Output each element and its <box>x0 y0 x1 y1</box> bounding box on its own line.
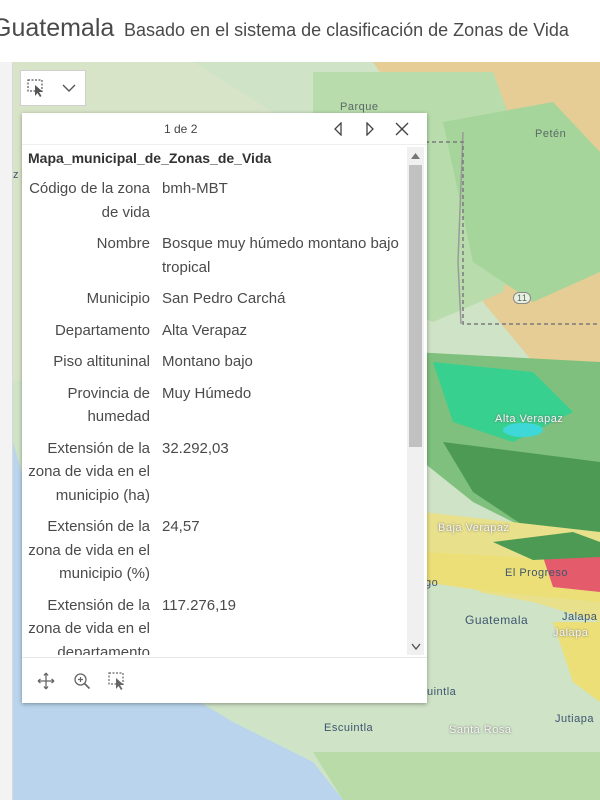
close-icon <box>395 122 409 136</box>
previous-feature-button[interactable] <box>326 117 350 141</box>
attribute-value: Alta Verapaz <box>162 321 248 339</box>
map-label-alta-verapaz: Alta Verapaz <box>495 413 564 425</box>
popup-title: Mapa_municipal_de_Zonas_de_Vida <box>28 150 272 166</box>
map-label-escuintla: Escuintla <box>324 722 374 734</box>
attribute-label: Nombre <box>96 235 150 252</box>
select-tool-button[interactable] <box>21 71 53 105</box>
attribute-label: Extensión de la zona de vida en el depar… <box>28 596 150 656</box>
next-feature-button[interactable] <box>358 117 382 141</box>
select-cursor-icon <box>108 671 124 690</box>
attribute-row: Nombre Bosque muy húmedo montano bajo tr… <box>22 232 407 279</box>
caret-up-icon <box>411 152 420 159</box>
map-label-baja-verapaz: Baja Verapaz <box>438 522 510 534</box>
popup-header: 1 de 2 <box>22 113 427 145</box>
attribute-label: Piso altituninal <box>53 353 150 370</box>
attribute-value: Montano bajo <box>162 353 253 370</box>
chevron-left-icon <box>334 122 342 136</box>
pan-icon <box>37 672 55 689</box>
zoom-in-icon <box>74 672 91 689</box>
attribute-value: Muy Húmedo <box>162 384 252 402</box>
attribute-label: Extensión de la zona de vida en el munic… <box>28 518 150 582</box>
map-toolbar <box>20 70 86 106</box>
popup-scrollbar[interactable] <box>407 147 424 655</box>
map-label-el-progreso: El Progreso <box>505 567 568 579</box>
map-label-escuintla-partial: uintla <box>427 686 457 698</box>
attribute-value: Bosque muy húmedo montano bajo tropical <box>162 235 399 276</box>
attribute-label: Departamento <box>54 321 150 339</box>
map-label-peten: Petén <box>535 128 567 140</box>
attribute-label: Extensión de la zona de vida en el munic… <box>28 439 150 504</box>
map-label-santa-rosa: Santa Rosa <box>449 724 512 736</box>
page-title: Guatemala <box>0 14 115 42</box>
zone-coast <box>313 752 600 800</box>
map-label-guatemala: Guatemala <box>465 613 529 627</box>
scroll-down-button[interactable] <box>407 638 424 655</box>
scroll-up-button[interactable] <box>407 147 424 164</box>
attribute-value: bmh-MBT <box>162 180 228 197</box>
select-dropdown-button[interactable] <box>53 71 85 105</box>
page-subtitle: Basado en el sistema de clasificación de… <box>124 20 569 40</box>
attribute-label: Código de la zona de vida <box>29 180 150 221</box>
attribute-value: San Pedro Carchá <box>162 290 286 307</box>
map-label-z-partial: z <box>13 169 19 181</box>
zoom-to-feature-button[interactable] <box>64 663 100 699</box>
chevron-down-icon <box>410 643 421 650</box>
attribute-row: Municipio San Pedro Carchá <box>22 287 407 311</box>
left-panel-edge <box>0 62 13 800</box>
attribute-row: Código de la zona de vida bmh-MBT <box>22 177 407 224</box>
select-feature-button[interactable] <box>100 663 136 699</box>
popup-footer <box>22 657 427 703</box>
select-cursor-icon <box>27 79 43 97</box>
attribute-row: Extensión de la zona de vida en el munic… <box>22 515 407 586</box>
app-header: Guatemala Basado en el sistema de clasif… <box>0 0 600 62</box>
close-popup-button[interactable] <box>390 117 414 141</box>
pan-to-feature-button[interactable] <box>28 663 64 699</box>
feature-popup: 1 de 2 Mapa_municipal_de_Zonas_de_Vida C… <box>22 113 427 703</box>
attribute-row: Provincia de humedad Muy Húmedo <box>22 382 407 429</box>
attribute-row: Piso altituninal Montano bajo <box>22 350 407 374</box>
attribute-list: Código de la zona de vida bmh-MBT Nombre… <box>22 177 407 655</box>
attribute-value: 24,57 <box>162 518 200 535</box>
chevron-right-icon <box>366 122 374 136</box>
map-label-jalapa: Jalapa <box>562 611 598 623</box>
attribute-value: 117.276,19 <box>162 596 236 614</box>
attribute-label: Municipio <box>86 290 150 307</box>
popup-pager: 1 de 2 <box>164 122 198 136</box>
lake <box>503 423 543 437</box>
attribute-label: Provincia de humedad <box>67 384 150 426</box>
scroll-thumb[interactable] <box>409 165 422 447</box>
route-shield: 11 <box>513 292 532 304</box>
attribute-row: Departamento Alta Verapaz <box>22 319 407 343</box>
map-label-jutiapa: Jutiapa <box>555 713 594 725</box>
attribute-row: Extensión de la zona de vida en el munic… <box>22 437 407 508</box>
attribute-value: 32.292,03 <box>162 439 229 457</box>
chevron-down-icon <box>62 84 76 92</box>
attribute-row: Extensión de la zona de vida en el depar… <box>22 594 407 656</box>
map-label-jalapa-2: Jalapa <box>553 627 589 639</box>
map-label-parque: Parque <box>340 101 379 113</box>
